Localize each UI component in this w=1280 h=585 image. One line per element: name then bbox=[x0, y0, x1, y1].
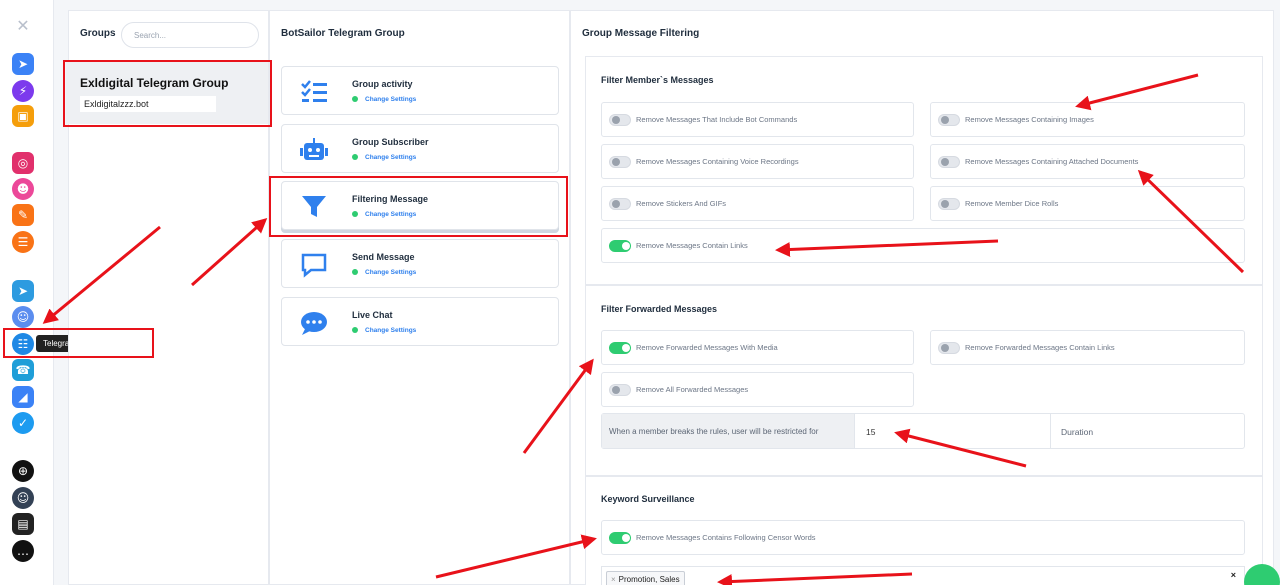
robot-dark-icon[interactable]: ☺ bbox=[12, 487, 34, 509]
option-voice: Remove Messages Containing Voice Recordi… bbox=[601, 144, 914, 179]
option-label: Remove Messages Containing Voice Recordi… bbox=[636, 157, 799, 166]
option-label: Remove Stickers And GIFs bbox=[636, 199, 727, 208]
change-settings-link[interactable]: Change Settings bbox=[352, 96, 416, 103]
groups-title: Groups bbox=[80, 28, 116, 39]
option-documents: Remove Messages Containing Attached Docu… bbox=[930, 144, 1245, 179]
toggle-switch[interactable] bbox=[609, 532, 631, 544]
bot-icon[interactable]: ☻ bbox=[12, 178, 34, 200]
change-settings-link[interactable]: Change Settings bbox=[352, 269, 416, 276]
telegram-icon[interactable]: ➤ bbox=[12, 280, 34, 302]
feature-group-subscriber[interactable]: Group Subscriber Change Settings bbox=[281, 124, 559, 173]
tag-remove-icon[interactable]: × bbox=[611, 575, 616, 584]
brand-logo-icon[interactable]: ✕ bbox=[12, 14, 34, 36]
speech-bubble-icon[interactable]: … bbox=[12, 540, 34, 562]
option-censor-words: Remove Messages Contains Following Censo… bbox=[601, 520, 1245, 555]
toggle-switch[interactable] bbox=[609, 384, 631, 396]
instagram-icon[interactable]: ◎ bbox=[12, 152, 34, 174]
app-sidebar: ✕ ➤ ⚡ ▣ ◎ ☻ ✎ ☰ ➤ ☺ ☷ ☎ ◢ ✓ ⊕ ☺ ▤ … bbox=[0, 0, 54, 585]
toggle-switch[interactable] bbox=[938, 114, 960, 126]
toggle-switch[interactable] bbox=[609, 240, 631, 252]
globe-icon[interactable]: ⊕ bbox=[12, 460, 34, 482]
option-label: Remove Forwarded Messages Contain Links bbox=[965, 343, 1115, 352]
clear-icon[interactable]: × bbox=[1231, 570, 1236, 580]
toggle-switch[interactable] bbox=[609, 156, 631, 168]
features-title: BotSailor Telegram Group bbox=[281, 28, 405, 39]
restriction-label: When a member breaks the rules, user wil… bbox=[602, 414, 855, 448]
messenger-icon[interactable]: ⚡ bbox=[12, 80, 34, 102]
option-images: Remove Messages Containing Images bbox=[930, 102, 1245, 137]
store-icon[interactable]: ▣ bbox=[12, 105, 34, 127]
feature-live-chat[interactable]: Live Chat Change Settings bbox=[281, 297, 559, 346]
highlight-sidebar-item bbox=[3, 328, 154, 358]
member-filter-title: Filter Member`s Messages bbox=[601, 75, 714, 85]
robot-icon[interactable]: ☺ bbox=[12, 306, 34, 328]
option-bot-commands: Remove Messages That Include Bot Command… bbox=[601, 102, 914, 137]
checklist-icon bbox=[301, 80, 327, 102]
toggle-switch[interactable] bbox=[609, 342, 631, 354]
message-square-icon bbox=[301, 253, 327, 278]
chat-bubble-icon bbox=[301, 312, 327, 335]
option-links: Remove Messages Contain Links bbox=[601, 228, 1245, 263]
chat-icon[interactable]: ☰ bbox=[12, 231, 34, 253]
feature-label: Group activity bbox=[352, 79, 413, 89]
censor-word-tag: × Promotion, Sales bbox=[606, 571, 685, 585]
option-label: Remove Forwarded Messages With Media bbox=[636, 343, 778, 352]
group-search-input[interactable]: Search... bbox=[121, 22, 259, 48]
check-icon[interactable]: ✓ bbox=[12, 412, 34, 434]
option-label: Remove Messages Contain Links bbox=[636, 241, 748, 250]
option-label: Remove Member Dice Rolls bbox=[965, 199, 1059, 208]
option-label: Remove Messages That Include Bot Command… bbox=[636, 115, 798, 124]
forwarded-filter-title: Filter Forwarded Messages bbox=[601, 304, 718, 314]
paint-icon[interactable]: ✎ bbox=[12, 204, 34, 226]
restriction-row: When a member breaks the rules, user wil… bbox=[601, 413, 1245, 449]
toggle-switch[interactable] bbox=[938, 198, 960, 210]
option-dice: Remove Member Dice Rolls bbox=[930, 186, 1245, 221]
feature-group-activity[interactable]: Group activity Change Settings bbox=[281, 66, 559, 115]
change-settings-link[interactable]: Change Settings bbox=[352, 327, 416, 334]
duration-select[interactable]: Duration bbox=[1050, 414, 1244, 448]
highlight-filtering-feature bbox=[269, 176, 568, 237]
option-forward-links: Remove Forwarded Messages Contain Links bbox=[930, 330, 1245, 365]
tag-label: Promotion, Sales bbox=[618, 575, 680, 584]
megaphone-icon[interactable]: ◢ bbox=[12, 386, 34, 408]
censor-words-input[interactable]: × Promotion, Sales × bbox=[601, 566, 1245, 585]
option-forward-media: Remove Forwarded Messages With Media bbox=[601, 330, 914, 365]
option-label: Remove Messages Containing Images bbox=[965, 115, 1094, 124]
toggle-switch[interactable] bbox=[609, 198, 631, 210]
option-label: Remove Messages Containing Attached Docu… bbox=[965, 157, 1139, 166]
option-label: Remove All Forwarded Messages bbox=[636, 385, 749, 394]
feature-label: Group Subscriber bbox=[352, 137, 429, 147]
feature-label: Send Message bbox=[352, 252, 415, 262]
toggle-switch[interactable] bbox=[938, 342, 960, 354]
app-root: ✕ ➤ ⚡ ▣ ◎ ☻ ✎ ☰ ➤ ☺ ☷ ☎ ◢ ✓ ⊕ ☺ ▤ … Tele… bbox=[0, 0, 1280, 585]
robot-icon bbox=[300, 138, 328, 160]
telegram-bot-icon[interactable]: ➤ bbox=[12, 53, 34, 75]
highlight-group-card bbox=[63, 60, 272, 127]
option-label: Remove Messages Contains Following Censo… bbox=[636, 533, 816, 542]
keyword-title: Keyword Surveillance bbox=[601, 494, 695, 504]
feature-send-message[interactable]: Send Message Change Settings bbox=[281, 239, 559, 288]
feature-label: Live Chat bbox=[352, 310, 393, 320]
notebook-icon[interactable]: ▤ bbox=[12, 513, 34, 535]
restriction-value-input[interactable]: 15 bbox=[866, 427, 875, 437]
toggle-switch[interactable] bbox=[609, 114, 631, 126]
change-settings-link[interactable]: Change Settings bbox=[352, 154, 416, 161]
phone-icon[interactable]: ☎ bbox=[12, 359, 34, 381]
toggle-switch[interactable] bbox=[938, 156, 960, 168]
option-forward-all: Remove All Forwarded Messages bbox=[601, 372, 914, 407]
filtering-title: Group Message Filtering bbox=[582, 28, 700, 39]
option-stickers: Remove Stickers And GIFs bbox=[601, 186, 914, 221]
